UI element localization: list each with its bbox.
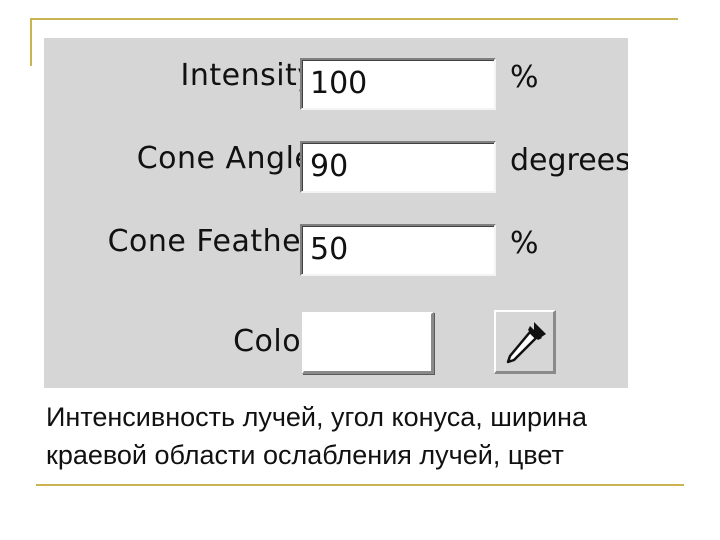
caption-line-2: краевой области ослабления лучей, цвет (46, 440, 564, 470)
color-swatch-button[interactable] (302, 312, 434, 374)
cone-feather-input[interactable]: 50 (300, 224, 496, 276)
light-settings-panel: Intensity: 100 % Cone Angle: 90 degrees … (44, 38, 628, 388)
cone-feather-label: Cone Feather: (107, 224, 324, 259)
decorative-top-line (30, 18, 678, 20)
cone-angle-input[interactable]: 90 (300, 141, 496, 193)
decorative-bottom-line (36, 484, 684, 486)
caption: Интенсивность лучей, угол конуса, ширина… (46, 398, 696, 474)
cone-angle-row: Cone Angle: 90 degrees (44, 131, 628, 193)
cone-angle-unit: degrees (510, 143, 628, 178)
eyedropper-icon (506, 322, 546, 364)
intensity-input[interactable]: 100 (300, 58, 496, 110)
cone-feather-unit: % (510, 226, 539, 261)
cone-feather-row: Cone Feather: 50 % (44, 214, 628, 276)
caption-line-1: Интенсивность лучей, угол конуса, ширина (46, 402, 587, 432)
decorative-left-line (30, 18, 32, 66)
cone-angle-label: Cone Angle: (136, 141, 324, 176)
intensity-row: Intensity: 100 % (44, 48, 628, 110)
intensity-unit: % (510, 60, 539, 95)
eyedropper-button[interactable] (494, 310, 556, 374)
